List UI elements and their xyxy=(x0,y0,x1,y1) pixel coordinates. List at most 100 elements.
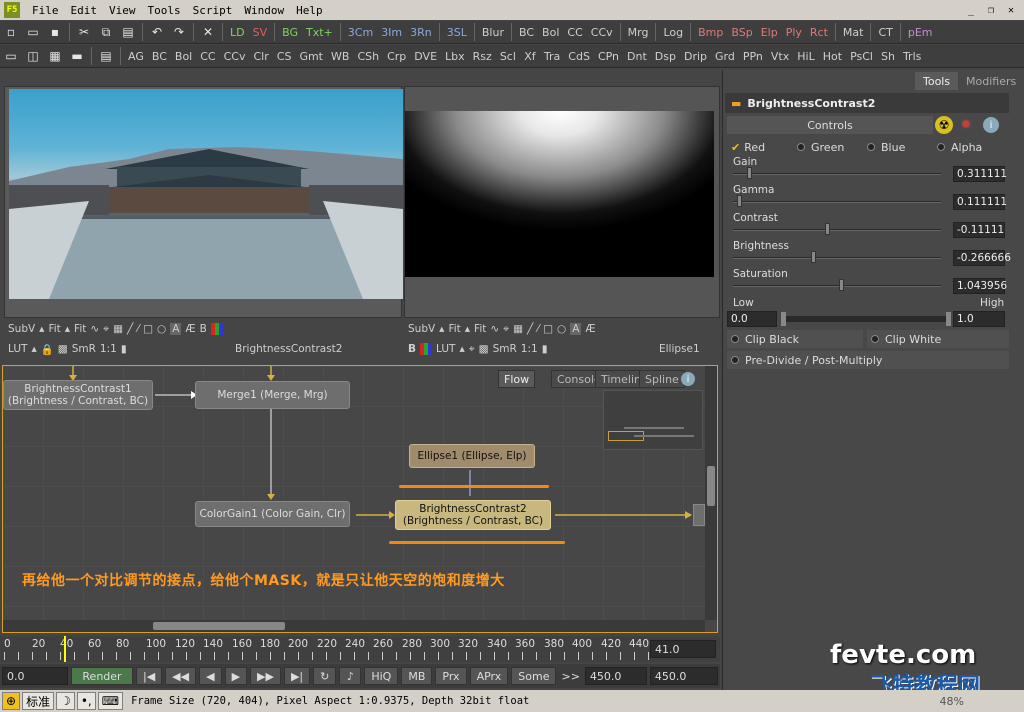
lut-button-2[interactable]: LUT xyxy=(436,343,455,355)
tool-pem-button[interactable]: pEm xyxy=(904,23,937,41)
hiq-button[interactable]: HiQ xyxy=(364,667,399,685)
current-time-field[interactable]: 41.0 xyxy=(650,640,716,658)
tool-cc-button[interactable]: CC xyxy=(563,23,586,41)
predivide-option[interactable]: Pre-Divide / Post-Multiply xyxy=(727,351,1009,369)
tool-ccv2-button[interactable]: CCv xyxy=(220,47,250,65)
ab-swap-icon-2[interactable]: Æ xyxy=(585,323,595,335)
menu-tools[interactable]: Tools xyxy=(142,4,187,17)
tool-scl-button[interactable]: Scl xyxy=(496,47,520,65)
node-brightnesscontrast2[interactable]: BrightnessContrast2 (Brightness / Contra… xyxy=(395,500,551,530)
slider-track[interactable] xyxy=(733,279,941,291)
zoom-1to1-button[interactable]: 1:1 xyxy=(100,343,117,355)
tool-rct-button[interactable]: Rct xyxy=(806,23,832,41)
clip-white-option[interactable]: Clip White xyxy=(867,330,1009,348)
moon-icon[interactable]: ☽ xyxy=(56,692,75,710)
tool-mat-button[interactable]: Mat xyxy=(839,23,868,41)
gear-icon[interactable]: ✹ xyxy=(957,116,975,134)
tool-bc2-button[interactable]: BC xyxy=(148,47,171,65)
menu-file[interactable]: File xyxy=(26,4,65,17)
slider-value-field[interactable]: -0.266666 xyxy=(953,250,1011,266)
node-merge1[interactable]: Merge1 (Merge, Mrg) xyxy=(195,381,350,409)
tool-log-button[interactable]: Log xyxy=(659,23,687,41)
output-node-stub[interactable] xyxy=(693,504,705,526)
tool-header[interactable]: ▬ BrightnessContrast2 xyxy=(725,93,1009,113)
tool-cpn-button[interactable]: CPn xyxy=(594,47,623,65)
tool-crp-button[interactable]: Crp xyxy=(383,47,410,65)
prx-button[interactable]: Prx xyxy=(435,667,467,685)
tool-tra-button[interactable]: Tra xyxy=(540,47,564,65)
low-value-field[interactable]: 0.0 xyxy=(727,311,777,327)
tool-bsp-button[interactable]: BSp xyxy=(727,23,756,41)
menu-view[interactable]: View xyxy=(103,4,142,17)
open-folder-icon[interactable]: ▭ xyxy=(22,23,44,41)
end-time-field[interactable]: 450.0 xyxy=(584,667,647,685)
lock-icon[interactable]: 🔒 xyxy=(41,343,54,356)
undo-icon[interactable]: ↶ xyxy=(146,23,168,41)
play-icon[interactable]: ▶ xyxy=(224,667,248,685)
checker-icon[interactable]: ▩ xyxy=(58,343,68,355)
tool-dnt-button[interactable]: Dnt xyxy=(623,47,651,65)
tool-sv-button[interactable]: SV xyxy=(249,23,272,41)
magic-wand-icon-2[interactable]: ⁄ xyxy=(537,323,539,335)
fit-button-2[interactable]: Fit xyxy=(74,323,86,335)
keyboard-icon[interactable]: ⌨ xyxy=(97,692,124,710)
tool-lbx-button[interactable]: Lbx xyxy=(441,47,469,65)
go-start-icon[interactable]: |◀ xyxy=(136,667,163,685)
rectangle-icon[interactable]: □ xyxy=(143,323,153,335)
render-button[interactable]: Render xyxy=(71,667,133,685)
tab-modifiers[interactable]: Modifiers xyxy=(958,72,1024,90)
layout-single-icon[interactable]: ▭ xyxy=(0,47,22,65)
flow-panel[interactable]: Flow Console Timeline Spline i Brightnes… xyxy=(2,365,718,633)
ab-swap-icon[interactable]: Æ xyxy=(185,323,195,335)
channel-rgb-icon-2[interactable] xyxy=(420,343,433,355)
tool-clr-button[interactable]: Clr xyxy=(250,47,273,65)
tool-grd-button[interactable]: Grd xyxy=(711,47,739,65)
fit-button-3[interactable]: Fit xyxy=(448,323,460,335)
layout-stack-icon[interactable]: ▤ xyxy=(95,47,117,65)
subview-button-2[interactable]: SubV xyxy=(408,323,435,335)
circle-icon[interactable]: ○ xyxy=(157,323,166,335)
node-brightnesscontrast1[interactable]: BrightnessContrast1 (Brightness / Contra… xyxy=(3,380,153,410)
menu-help[interactable]: Help xyxy=(290,4,329,17)
slider-thumb[interactable] xyxy=(737,195,742,207)
delete-icon[interactable]: ✕ xyxy=(197,23,219,41)
tool-bol2-button[interactable]: Bol xyxy=(171,47,196,65)
tool-gmt-button[interactable]: Gmt xyxy=(295,47,327,65)
tool-elp-button[interactable]: Elp xyxy=(757,23,782,41)
viewer-right[interactable]: SubV ▴ Fit ▴ Fit ∿ ⌖ ▦ ╱ ⁄ □ ○ A Æ B LUT ▴ … xyxy=(404,86,720,355)
tool-mrg-button[interactable]: Mrg xyxy=(624,23,653,41)
slider-value-field[interactable]: -0.11111 xyxy=(953,222,1005,238)
start-time-field[interactable]: 0.0 xyxy=(2,667,68,685)
tool-ag-button[interactable]: AG xyxy=(124,47,148,65)
tool-hot-button[interactable]: Hot xyxy=(819,47,846,65)
spline-icon-2[interactable]: ∿ xyxy=(490,323,499,335)
loop-icon[interactable]: ↻ xyxy=(313,667,337,685)
tool-3im-button[interactable]: 3Im xyxy=(377,23,406,41)
copy-icon[interactable]: ⧉ xyxy=(95,23,117,41)
restore-icon[interactable]: ❐ xyxy=(982,3,1000,17)
tool-trls-button[interactable]: Trls xyxy=(899,47,925,65)
slider-thumb[interactable] xyxy=(825,223,830,235)
layout-wide-icon[interactable]: ▬ xyxy=(66,47,88,65)
global-end-field[interactable]: 450.0 xyxy=(649,667,718,685)
mb-button[interactable]: MB xyxy=(401,667,433,685)
tool-3sl-button[interactable]: 3SL xyxy=(443,23,471,41)
roi-icon-3[interactable]: ⌖ xyxy=(469,343,475,356)
slider-thumb[interactable] xyxy=(839,279,844,291)
paste-icon[interactable]: ▤ xyxy=(117,23,139,41)
viewer-a-button-2[interactable]: A xyxy=(570,323,582,335)
tool-3rn-button[interactable]: 3Rn xyxy=(406,23,436,41)
panel-info-icon[interactable]: i xyxy=(983,117,999,133)
slider-thumb[interactable] xyxy=(811,251,816,263)
ime-mode-label[interactable]: 标准 xyxy=(22,692,55,710)
slider-value-field[interactable]: 0.111111 xyxy=(953,194,1007,210)
roi-icon[interactable]: ⌖ xyxy=(103,323,109,336)
viewer-b-button-2[interactable]: B xyxy=(408,343,416,355)
tool-hil-button[interactable]: HiL xyxy=(793,47,818,65)
levels-icon-2[interactable]: ▮ xyxy=(542,343,548,355)
menu-script[interactable]: Script xyxy=(187,4,239,17)
tab-tools[interactable]: Tools xyxy=(915,72,959,90)
play-reverse-icon[interactable]: ◀ xyxy=(199,667,222,685)
magic-wand-icon[interactable]: ⁄ xyxy=(137,323,139,335)
minimize-icon[interactable]: _ xyxy=(962,3,980,17)
